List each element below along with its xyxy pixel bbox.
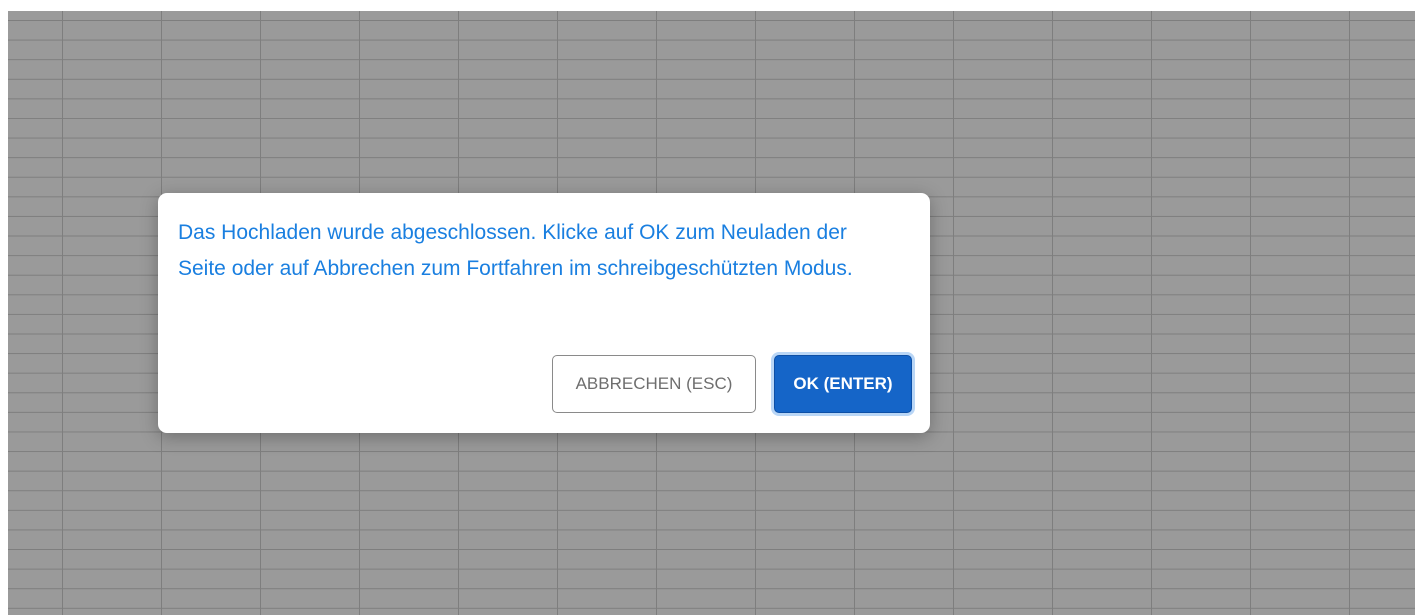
dialog-actions: ABBRECHEN (ESC) OK (ENTER) xyxy=(552,355,912,413)
upload-complete-dialog: Das Hochladen wurde abgeschlossen. Klick… xyxy=(158,193,930,433)
dialog-message: Das Hochladen wurde abgeschlossen. Klick… xyxy=(178,221,853,280)
ok-button[interactable]: OK (ENTER) xyxy=(774,355,912,413)
cancel-button[interactable]: ABBRECHEN (ESC) xyxy=(552,355,756,413)
modal-overlay: Das Hochladen wurde abgeschlossen. Klick… xyxy=(0,0,1415,615)
app-window: Das Hochladen wurde abgeschlossen. Klick… xyxy=(0,0,1415,615)
